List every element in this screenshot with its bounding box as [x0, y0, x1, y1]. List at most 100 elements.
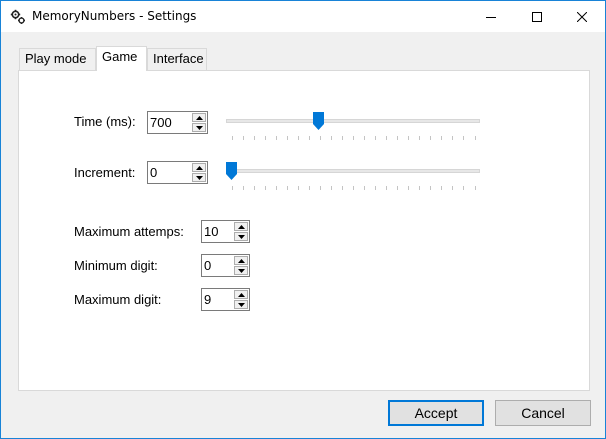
slider-tick: [287, 186, 288, 190]
window-title: MemoryNumbers - Settings: [32, 9, 197, 23]
increment-decrease-button[interactable]: [192, 173, 206, 182]
slider-tick: [430, 136, 431, 140]
slider-tick: [364, 136, 365, 140]
slider-tick: [408, 186, 409, 190]
arrow-up-icon: [195, 165, 203, 170]
cancel-button[interactable]: Cancel: [495, 400, 591, 426]
minimize-icon: [486, 12, 496, 22]
max-digit-value: 9: [204, 292, 212, 307]
arrow-down-icon: [237, 268, 245, 273]
slider-tick: [430, 186, 431, 190]
slider-tick: [298, 136, 299, 140]
close-icon: [577, 11, 587, 22]
slider-tick: [243, 136, 244, 140]
time-input[interactable]: 700: [147, 111, 208, 134]
slider-tick: [375, 136, 376, 140]
slider-tick: [397, 186, 398, 190]
arrow-down-icon: [195, 125, 203, 130]
slider-tick: [287, 136, 288, 140]
slider-tick: [331, 186, 332, 190]
slider-track: [226, 169, 480, 173]
tab-play-mode[interactable]: Play mode: [19, 48, 96, 70]
max-digit-input[interactable]: 9: [201, 288, 250, 311]
max-attempts-increase-button[interactable]: [234, 222, 248, 231]
slider-tick: [463, 136, 464, 140]
max-attempts-value: 10: [204, 224, 219, 239]
slider-tick: [276, 186, 277, 190]
slider-tick: [364, 186, 365, 190]
slider-tick: [298, 186, 299, 190]
time-increase-button[interactable]: [192, 113, 206, 122]
slider-tick: [331, 136, 332, 140]
gears-icon: [10, 9, 26, 25]
slider-thumb[interactable]: [226, 162, 237, 180]
arrow-up-icon: [237, 258, 245, 263]
slider-tick: [475, 186, 476, 190]
slider-tick: [265, 136, 266, 140]
maximize-icon: [532, 11, 542, 22]
time-decrease-button[interactable]: [192, 123, 206, 132]
arrow-down-icon: [237, 302, 245, 307]
slider-tick: [452, 186, 453, 190]
slider-tick: [475, 136, 476, 140]
accept-button[interactable]: Accept: [388, 400, 484, 426]
slider-tick: [408, 136, 409, 140]
time-slider[interactable]: [226, 109, 480, 145]
arrow-up-icon: [237, 224, 245, 229]
increment-slider[interactable]: [226, 159, 480, 195]
max-attempts-decrease-button[interactable]: [234, 232, 248, 241]
slider-tick: [441, 186, 442, 190]
slider-tick: [320, 186, 321, 190]
max-attempts-input[interactable]: 10: [201, 220, 250, 243]
slider-tick: [386, 136, 387, 140]
accept-label: Accept: [414, 405, 458, 421]
slider-tick: [441, 136, 442, 140]
time-value: 700: [150, 115, 172, 130]
slider-tick: [342, 186, 343, 190]
min-digit-increase-button[interactable]: [234, 256, 248, 265]
slider-tick: [397, 136, 398, 140]
tab-label: Game: [102, 49, 138, 64]
increment-input[interactable]: 0: [147, 161, 208, 184]
min-digit-decrease-button[interactable]: [234, 266, 248, 275]
slider-tick: [309, 186, 310, 190]
slider-tick: [309, 136, 310, 140]
slider-tick: [353, 136, 354, 140]
tab-interface[interactable]: Interface: [147, 48, 207, 70]
slider-tick: [276, 136, 277, 140]
arrow-down-icon: [195, 175, 203, 180]
max-attempts-label: Maximum attemps:: [74, 224, 184, 239]
increment-increase-button[interactable]: [192, 163, 206, 172]
max-digit-label: Maximum digit:: [74, 292, 162, 307]
slider-tick: [243, 186, 244, 190]
settings-window: MemoryNumbers - Settings Play mode Game …: [0, 0, 606, 439]
slider-track: [226, 119, 480, 123]
arrow-down-icon: [237, 234, 245, 239]
maximize-button[interactable]: [514, 1, 560, 32]
arrow-up-icon: [237, 292, 245, 297]
min-digit-input[interactable]: 0: [201, 254, 250, 277]
increment-value: 0: [150, 165, 158, 180]
slider-tick: [452, 136, 453, 140]
minimize-button[interactable]: [468, 1, 514, 32]
slider-tick: [254, 186, 255, 190]
min-digit-value: 0: [204, 258, 212, 273]
slider-tick: [353, 186, 354, 190]
max-digit-increase-button[interactable]: [234, 290, 248, 299]
tab-label: Play mode: [25, 51, 87, 66]
tab-game[interactable]: Game: [96, 46, 147, 71]
slider-tick: [232, 136, 233, 140]
increment-label: Increment:: [74, 165, 136, 180]
slider-tick: [265, 186, 266, 190]
title-bar[interactable]: MemoryNumbers - Settings: [1, 1, 605, 32]
slider-tick: [342, 136, 343, 140]
close-button[interactable]: [559, 1, 605, 32]
slider-thumb[interactable]: [313, 112, 324, 130]
slider-tick: [320, 136, 321, 140]
slider-tick: [254, 136, 255, 140]
slider-tick: [463, 186, 464, 190]
slider-tick: [419, 186, 420, 190]
max-digit-decrease-button[interactable]: [234, 300, 248, 309]
slider-tick: [419, 136, 420, 140]
min-digit-label: Minimum digit:: [74, 258, 158, 273]
